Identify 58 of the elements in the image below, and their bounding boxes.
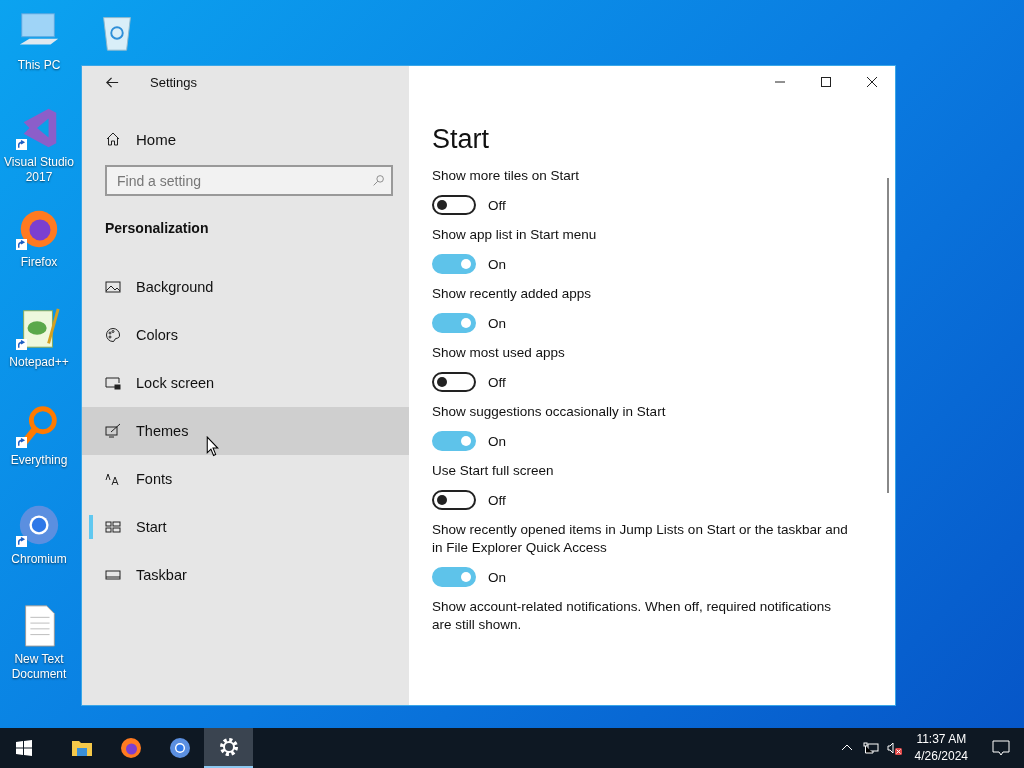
sidebar-item[interactable]: Colors <box>82 311 409 359</box>
home-icon <box>105 131 121 147</box>
mouse-pointer-icon <box>206 436 219 457</box>
setting-label: Show suggestions occasionally in Start <box>432 403 667 421</box>
windows-logo-icon[interactable] <box>16 740 32 756</box>
toggle-state: On <box>488 569 506 585</box>
setting-label: Use Start full screen <box>432 462 555 480</box>
setting-label: Show account-related notifications. When off, required notifications are still shown. <box>432 598 832 634</box>
search-icon <box>372 174 385 187</box>
taskbar-icon <box>105 567 121 583</box>
toggle-state: Off <box>488 492 506 508</box>
section-heading: Personalization <box>105 220 209 236</box>
lock-screen-icon <box>105 375 121 391</box>
firefox-icon <box>118 736 143 760</box>
sidebar-item[interactable]: Start <box>82 503 409 551</box>
setting-label: Show more tiles on Start <box>432 167 581 185</box>
window-title: Settings <box>150 74 197 90</box>
setting-label: Show recently added apps <box>432 285 593 303</box>
setting-label: Show recently opened items in Jump Lists on Start or the taskbar and in File Explorer Quick Access <box>432 521 849 557</box>
tiles-icon <box>105 519 121 535</box>
scrollbar[interactable] <box>887 178 889 493</box>
home-link[interactable]: Home <box>105 123 184 155</box>
toggle-switch[interactable] <box>432 490 476 510</box>
toggle-switch[interactable] <box>432 567 476 587</box>
notification-icon[interactable] <box>992 739 1010 757</box>
setting-label: Show app list in Start menu <box>432 226 598 244</box>
taskbar-button[interactable] <box>204 728 253 768</box>
brush-icon <box>105 423 121 439</box>
toggle-switch[interactable] <box>432 372 476 392</box>
palette-icon <box>105 327 121 343</box>
sidebar-item[interactable]: Fonts <box>82 455 409 503</box>
toggle-state: On <box>488 256 506 272</box>
maximize-icon <box>820 76 832 88</box>
sidebar-item[interactable]: Taskbar <box>82 551 409 599</box>
toggle-state: Off <box>488 197 506 213</box>
toggle-switch[interactable] <box>432 313 476 333</box>
toggle-switch[interactable] <box>432 254 476 274</box>
search-field[interactable]: Find a setting <box>105 165 393 196</box>
clock-time[interactable]: 11:37 AM <box>916 731 967 748</box>
toggle-state: Off <box>488 374 506 390</box>
toggle-switch[interactable] <box>432 431 476 451</box>
sidebar-item[interactable]: Background <box>82 263 409 311</box>
close-icon <box>866 76 878 88</box>
sidebar-item[interactable]: Themes <box>82 407 409 455</box>
desktop-icon-label[interactable]: New Text Document <box>4 652 74 682</box>
toggle-state: On <box>488 433 506 449</box>
chromium-icon <box>167 736 192 760</box>
muted-speaker-icon[interactable] <box>886 740 903 756</box>
sidebar-item[interactable]: Lock screen <box>82 359 409 407</box>
toggle-state: On <box>488 315 506 331</box>
page-title: Start <box>432 123 491 156</box>
font-icon <box>105 471 121 487</box>
network-icon[interactable] <box>862 740 879 756</box>
desktop-icon-label[interactable]: Chromium <box>4 552 74 567</box>
toggle-switch[interactable] <box>432 195 476 215</box>
clock-date[interactable]: 4/26/2024 <box>914 748 968 765</box>
setting-label: Show most used apps <box>432 344 566 362</box>
picture-icon <box>105 279 121 295</box>
